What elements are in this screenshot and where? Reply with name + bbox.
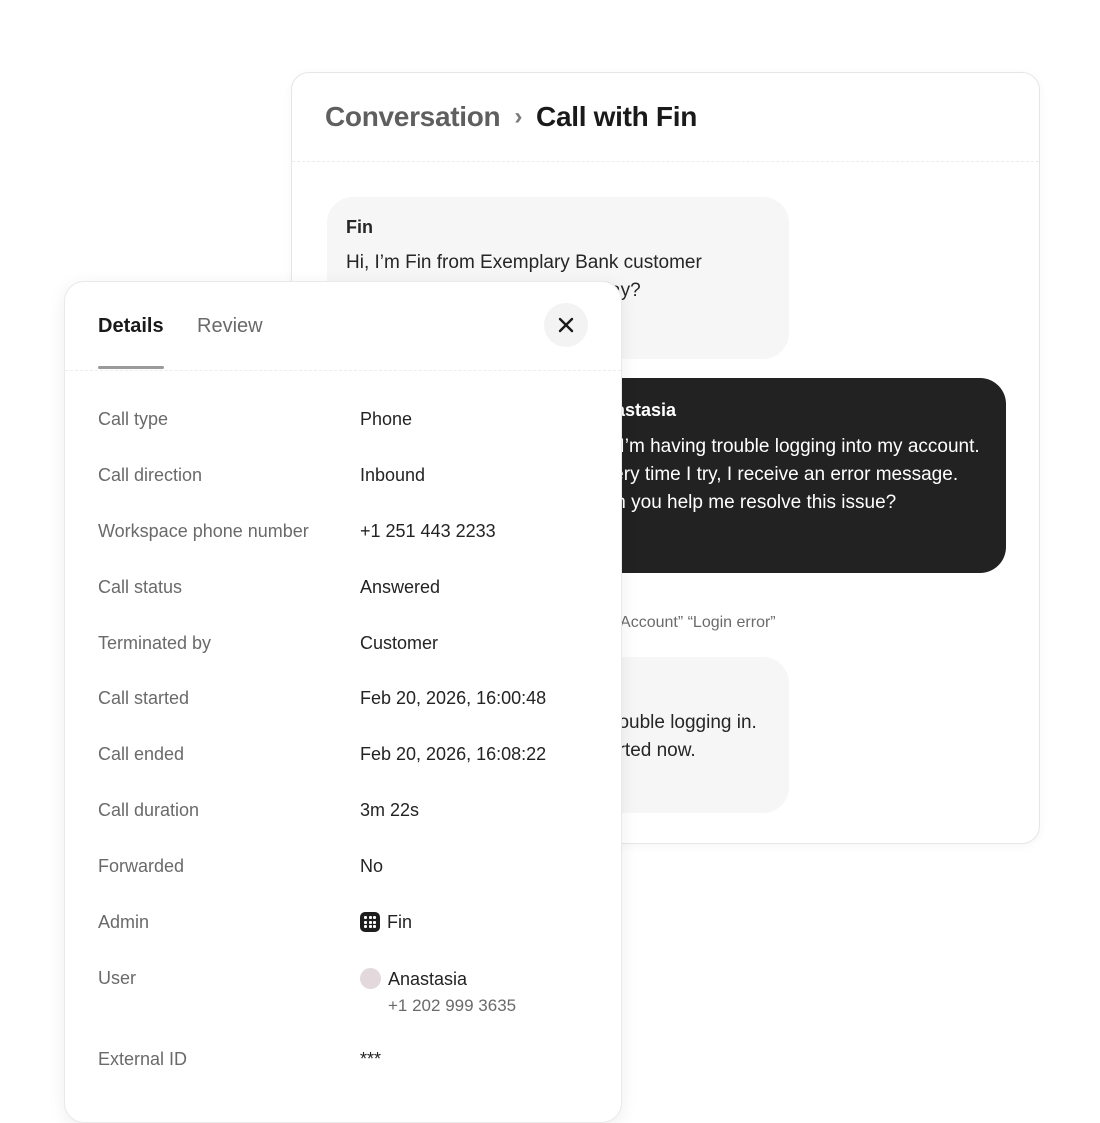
detail-label: Workspace phone number: [98, 521, 309, 541]
detail-value: No: [360, 856, 384, 876]
call-details-panel: Details Review Call type Phone Call dire…: [64, 281, 622, 1123]
detail-value: Feb 20, 2026, 16:00:48: [360, 688, 547, 708]
detail-value: Answered: [360, 577, 441, 597]
detail-value: +1 251 443 2233: [360, 521, 496, 541]
detail-value: Feb 20, 2026, 16:08:22: [360, 744, 547, 764]
user-value[interactable]: Anastasia: [360, 968, 467, 990]
detail-label: Admin: [98, 912, 150, 932]
breadcrumb-conversation-link[interactable]: Conversation: [325, 101, 501, 133]
detail-label: Call direction: [98, 465, 203, 485]
detail-label: Call started: [98, 688, 190, 708]
close-button[interactable]: [544, 303, 588, 347]
detail-label: Forwarded: [98, 856, 185, 876]
detail-label: Terminated by: [98, 633, 212, 653]
tab-review[interactable]: Review: [197, 315, 263, 338]
admin-name: Fin: [387, 912, 413, 932]
breadcrumb-separator-icon: ›: [514, 103, 523, 130]
detail-label: Call ended: [98, 744, 185, 764]
close-icon: [558, 317, 574, 333]
detail-label: External ID: [98, 1049, 188, 1069]
tab-details[interactable]: Details: [98, 315, 164, 338]
admin-value[interactable]: Fin: [360, 912, 412, 933]
breadcrumb: Conversation › Call with Fin: [292, 73, 1039, 162]
message-sender: Fin: [346, 217, 373, 237]
fin-logo-icon: [360, 912, 380, 932]
page-title: Call with Fin: [536, 101, 698, 132]
message-text: Hi, I’m having trouble logging into my a…: [591, 436, 980, 513]
active-tab-indicator: [98, 366, 164, 369]
detail-value: ***: [360, 1049, 382, 1069]
user-phone: +1 202 999 3635: [388, 996, 517, 1015]
detail-label: Call type: [98, 409, 169, 429]
detail-label: User: [98, 968, 137, 988]
details-tabs: Details Review: [65, 282, 621, 371]
detail-value: Customer: [360, 633, 439, 653]
detail-value: 3m 22s: [360, 800, 420, 820]
detail-value: Phone: [360, 409, 413, 429]
detail-label: Call status: [98, 577, 183, 597]
user-name: Anastasia: [388, 969, 468, 989]
avatar: [360, 968, 381, 989]
message-customer: Anastasia Hi, I’m having trouble logging…: [572, 378, 1006, 573]
detail-label: Call duration: [98, 800, 200, 820]
detail-value: Inbound: [360, 465, 426, 485]
